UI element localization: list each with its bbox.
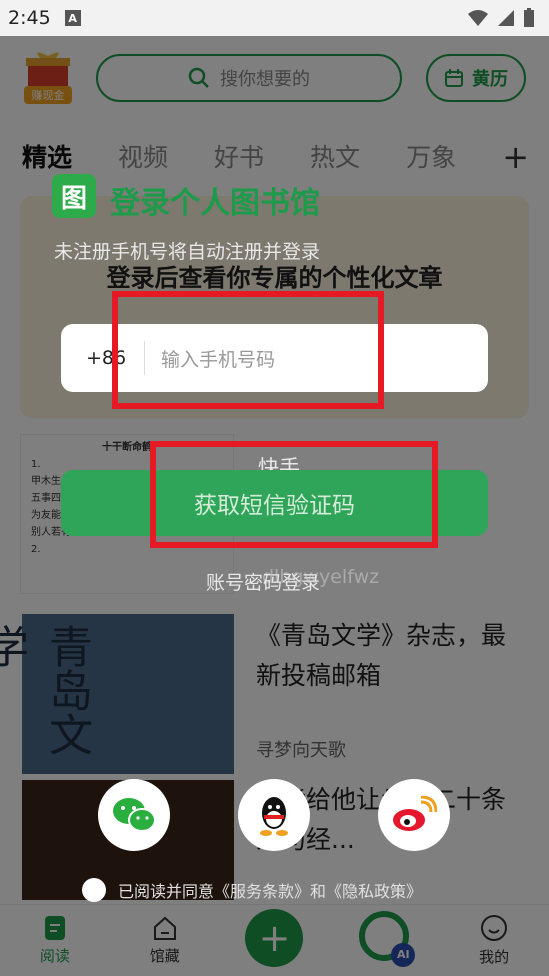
highlight-phone-input bbox=[112, 291, 384, 409]
status-icons bbox=[467, 8, 535, 28]
status-time: 2:45 bbox=[8, 7, 51, 29]
wechat-login-button[interactable] bbox=[98, 779, 170, 851]
qq-login-button[interactable] bbox=[238, 779, 310, 851]
qq-icon bbox=[260, 797, 288, 836]
agreement-checkbox[interactable] bbox=[82, 878, 106, 902]
login-title: 登录个人图书馆 bbox=[110, 186, 320, 221]
weibo-login-button[interactable] bbox=[378, 779, 450, 851]
library-logo-icon: 图 bbox=[52, 174, 96, 218]
notification-a-icon: A bbox=[64, 10, 81, 26]
agreement-text[interactable]: 已阅读并同意《服务条款》和《隐私政策》 bbox=[118, 878, 422, 902]
battery-icon bbox=[524, 8, 534, 27]
login-hint: 未注册手机号将自动注册并登录 bbox=[54, 241, 321, 263]
highlight-sms-button bbox=[150, 441, 438, 548]
wechat-icon bbox=[113, 798, 156, 832]
wifi-icon bbox=[468, 10, 488, 26]
signal-icon bbox=[498, 10, 514, 26]
status-bar: 2:45 A bbox=[0, 0, 549, 36]
password-login-link[interactable]: 账号密码登录 bbox=[206, 568, 320, 595]
agreement-row: 已阅读并同意《服务条款》和《隐私政策》 bbox=[82, 878, 422, 902]
weibo-icon bbox=[393, 796, 437, 831]
